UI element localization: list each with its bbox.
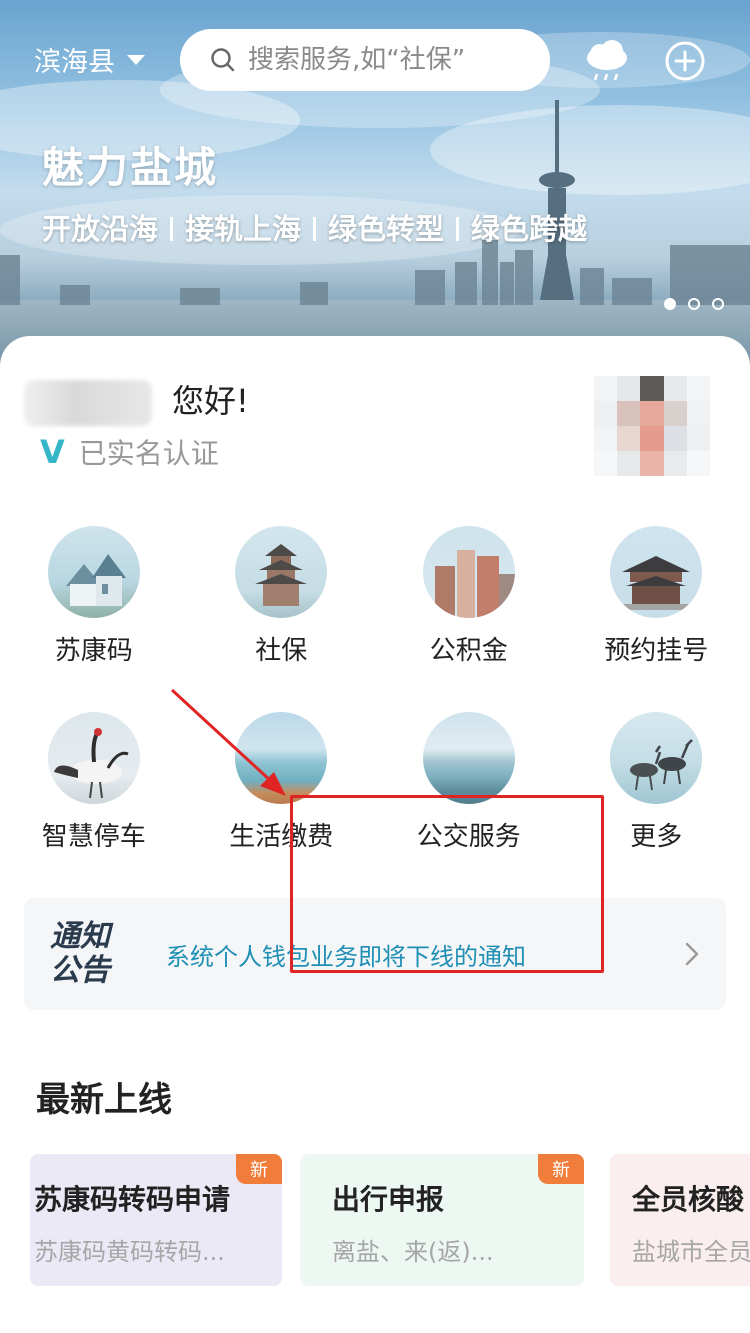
services-grid: 苏康码 社保 公积金 预约挂号 智慧停车 生活缴费 公交服务 更多 [0,526,750,898]
service-utilities[interactable]: 生活缴费 [188,712,376,898]
rain-cloud-icon[interactable] [582,40,632,84]
slogan-2: 接轨上海 [185,212,302,246]
service-label: 预约挂号 [604,636,709,666]
slogan-3: 绿色转型 [328,212,445,246]
search-icon [211,48,235,72]
new-badge: 新 [236,1154,282,1184]
city-selector[interactable]: 滨海县 [34,40,145,79]
slogan-1: 开放沿海 [42,212,159,246]
avatar[interactable] [594,376,710,476]
card-mass-testing[interactable]: 全员核酸 盐城市全员 [610,1154,750,1286]
carousel-dot-3[interactable] [712,298,724,310]
service-label: 智慧停车 [41,822,146,852]
service-shebao[interactable]: 社保 [188,526,376,712]
service-parking[interactable]: 智慧停车 [0,712,188,898]
card-sukangma-transfer[interactable]: 苏康码转码申请 苏康码黄码转码... 新 [30,1154,282,1286]
card-desc: 离盐、来(返)... [332,1238,494,1266]
deer-photo-icon [610,712,703,804]
card-title: 出行申报 [332,1183,445,1216]
city-name: 滨海县 [34,47,115,78]
notice-logo-line2: 公告 [50,953,110,988]
service-sukangma[interactable]: 苏康码 [0,526,188,712]
latest-section-title: 最新上线 [36,1080,172,1120]
carousel-dot-1[interactable] [664,298,676,310]
card-title: 苏康码转码申请 [34,1183,231,1216]
notice-text: 系统个人钱包业务即将下线的通知 [166,942,526,971]
notice-logo: 通知 公告 [50,920,124,988]
crane-bird-photo-icon [47,712,140,804]
separator [313,217,317,241]
buildings-photo-icon [422,526,515,618]
service-bus[interactable]: 公交服务 [375,712,563,898]
notice-banner[interactable]: 通知 公告 系统个人钱包业务即将下线的通知 [24,898,726,1010]
slogan-4: 绿色跨越 [471,212,588,246]
service-label: 公积金 [429,636,508,666]
chevron-right-icon [685,942,699,966]
services-row: 苏康码 社保 公积金 预约挂号 [0,526,750,712]
service-gongjijin[interactable]: 公积金 [375,526,563,712]
verified-v-icon: V [40,433,65,471]
banner-title: 魅力盐城 [42,143,219,192]
banner-slogans: 开放沿海 接轨上海 绿色转型 绿色跨越 [42,206,587,248]
verified-label: 已实名认证 [78,437,219,470]
hero-banner[interactable]: 滨海县 魅力盐城 开放沿海接轨上海绿色转型绿色跨越 [0,0,750,380]
card-desc: 苏康码黄码转码... [34,1238,225,1266]
service-label: 苏康码 [54,636,133,666]
services-row: 智慧停车 生活缴费 公交服务 更多 [0,712,750,898]
temple-photo-icon [610,526,703,618]
verification-status[interactable]: V 已实名认证 [40,432,219,472]
pagoda-photo-icon [235,526,328,618]
user-name-redacted [24,380,152,426]
card-desc: 盐城市全员 [632,1238,750,1266]
new-badge: 新 [538,1154,584,1184]
separator [456,217,460,241]
notice-logo-line1: 通知 [50,919,110,954]
card-title: 全员核酸 [632,1183,745,1216]
service-label: 生活缴费 [229,822,334,852]
carousel-indicator[interactable] [664,298,724,310]
coast-photo-icon [422,712,515,804]
service-label: 公交服务 [416,822,521,852]
service-label: 社保 [255,636,308,666]
main-panel: 您好! V 已实名认证 苏康码 社保 公积金 预约挂号 智慧停车 生活缴费 公交… [0,336,750,1333]
separator [170,217,174,241]
chevron-down-icon [127,54,145,65]
latest-cards[interactable]: 苏康码转码申请 苏康码黄码转码... 新 出行申报 离盐、来(返)... 新 全… [0,1154,750,1286]
service-more[interactable]: 更多 [563,712,750,898]
card-travel-report[interactable]: 出行申报 离盐、来(返)... 新 [300,1154,584,1286]
greeting-text: 您好! [172,382,249,420]
search-input[interactable] [248,45,538,75]
service-appointment[interactable]: 预约挂号 [563,526,750,712]
carousel-dot-2[interactable] [688,298,700,310]
seaside-photo-icon [235,712,328,804]
plus-circle-icon[interactable] [664,40,706,82]
search-bar[interactable] [180,29,550,91]
service-label: 更多 [630,822,683,852]
house-photo-icon [47,526,140,618]
